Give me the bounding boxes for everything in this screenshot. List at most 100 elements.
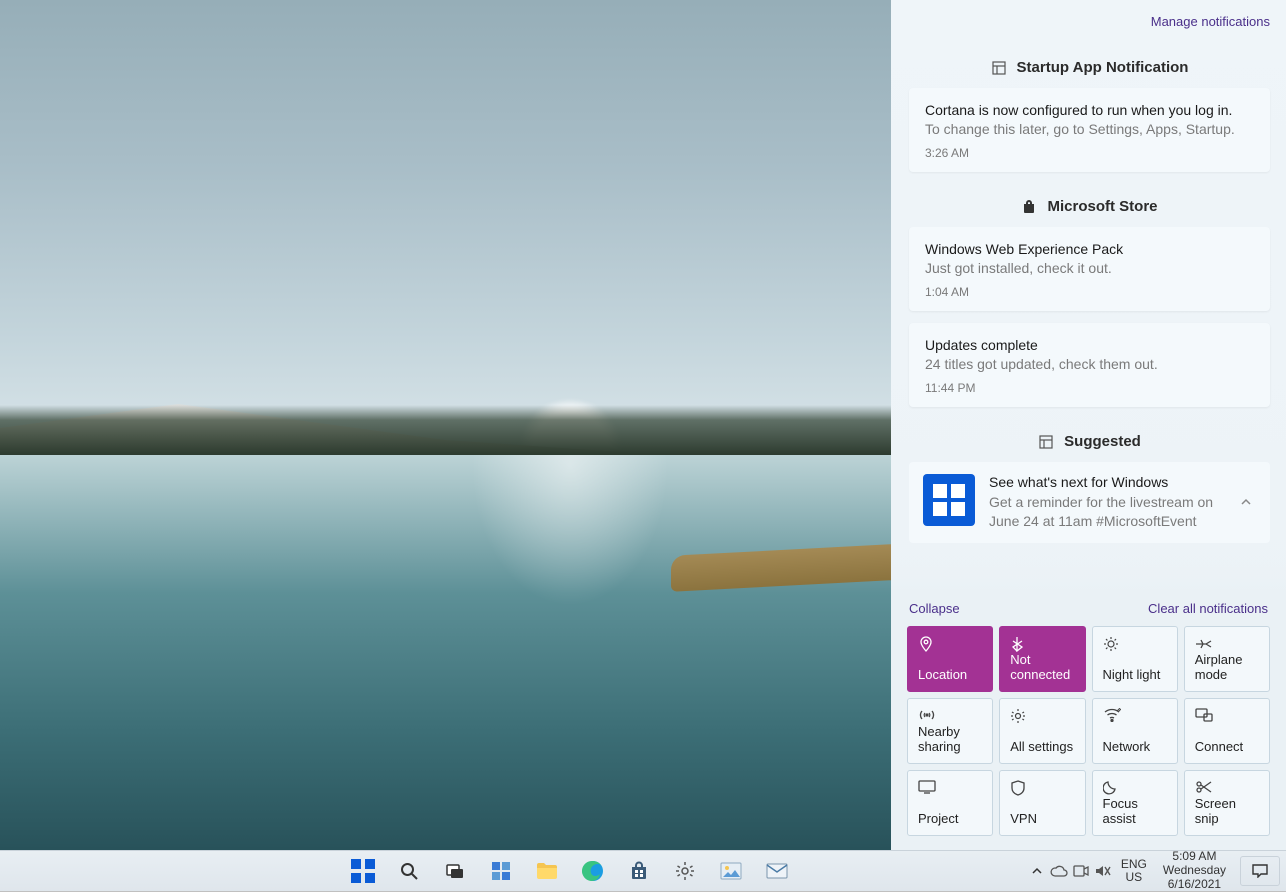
clock-button[interactable]: 5:09 AM Wednesday 6/16/2021: [1155, 850, 1234, 891]
action-center-button[interactable]: [1240, 856, 1280, 886]
notification-card[interactable]: Windows Web Experience Pack Just got ins…: [909, 227, 1270, 311]
notification-card[interactable]: Cortana is now configured to run when yo…: [909, 88, 1270, 172]
tray-overflow-button[interactable]: [1027, 852, 1047, 890]
notification-time: 1:04 AM: [925, 285, 1254, 299]
tile-label: All settings: [1010, 740, 1074, 755]
tile-label: Nearby sharing: [918, 725, 982, 755]
notification-group-suggested: Suggested See what's next for Windows Ge…: [909, 419, 1270, 543]
quick-action-nearby[interactable]: Nearby sharing: [907, 698, 993, 764]
language-indicator[interactable]: ENG US: [1115, 858, 1153, 884]
quick-action-settings[interactable]: All settings: [999, 698, 1085, 764]
notification-group-header[interactable]: Startup App Notification: [909, 45, 1270, 88]
tile-label: Screen snip: [1195, 797, 1259, 827]
quick-action-snip[interactable]: Screen snip: [1184, 770, 1270, 836]
group-title: Suggested: [1064, 433, 1141, 450]
network-icon: [1103, 708, 1167, 724]
focus-icon: [1103, 780, 1167, 796]
collapse-group-icon: [1038, 434, 1054, 450]
quick-action-network[interactable]: Network: [1092, 698, 1178, 764]
manage-notifications-link[interactable]: Manage notifications: [891, 0, 1286, 35]
quick-action-airplane[interactable]: Airplane mode: [1184, 626, 1270, 692]
collapse-link[interactable]: Collapse: [909, 601, 960, 616]
notification-time: 11:44 PM: [925, 381, 1254, 395]
tile-label: VPN: [1010, 812, 1074, 827]
task-view-button[interactable]: [434, 852, 476, 890]
windows-thumb-icon: [923, 474, 975, 526]
quick-action-focus[interactable]: Focus assist: [1092, 770, 1178, 836]
tile-label: Airplane mode: [1195, 653, 1259, 683]
clock-time: 5:09 AM: [1163, 850, 1226, 864]
tile-label: Connect: [1195, 740, 1259, 755]
notification-group-header[interactable]: Microsoft Store: [909, 184, 1270, 227]
connect-icon: [1195, 708, 1259, 724]
suggested-detail: Get a reminder for the livestream on Jun…: [989, 493, 1222, 531]
desktop-wallpaper[interactable]: [0, 0, 891, 850]
quick-action-connect[interactable]: Connect: [1184, 698, 1270, 764]
notification-card[interactable]: Updates complete 24 titles got updated, …: [909, 323, 1270, 407]
suggested-title: See what's next for Windows: [989, 474, 1222, 490]
clock-day: Wednesday: [1163, 864, 1226, 878]
chevron-up-icon[interactable]: [1236, 492, 1256, 512]
notification-group-header[interactable]: Suggested: [909, 419, 1270, 462]
notification-detail: To change this later, go to Settings, Ap…: [925, 121, 1254, 137]
nearby-icon: [918, 708, 982, 724]
search-button[interactable]: [388, 852, 430, 890]
quick-action-project[interactable]: Project: [907, 770, 993, 836]
quick-action-location[interactable]: Location: [907, 626, 993, 692]
meet-now-tray-icon[interactable]: [1071, 852, 1091, 890]
tile-label: Not connected: [1010, 653, 1074, 683]
group-title: Startup App Notification: [1017, 59, 1189, 76]
tile-label: Night light: [1103, 668, 1167, 683]
notification-time: 3:26 AM: [925, 146, 1254, 160]
notification-group-store: Microsoft Store Windows Web Experience P…: [909, 184, 1270, 407]
tile-label: Location: [918, 668, 982, 683]
system-tray: ENG US 5:09 AM Wednesday 6/16/2021: [1027, 851, 1280, 891]
snip-icon: [1195, 780, 1259, 796]
settings-button[interactable]: [664, 852, 706, 890]
tile-label: Focus assist: [1103, 797, 1167, 827]
bluetooth-icon: [1010, 636, 1074, 652]
clock-date: 6/16/2021: [1163, 878, 1226, 892]
widgets-button[interactable]: [480, 852, 522, 890]
airplane-icon: [1195, 636, 1259, 652]
photos-button[interactable]: [710, 852, 752, 890]
volume-tray-icon[interactable]: [1093, 852, 1113, 890]
tile-label: Project: [918, 812, 982, 827]
quick-actions-area: Collapse Clear all notifications Locatio…: [891, 589, 1286, 850]
notification-detail: 24 titles got updated, check them out.: [925, 356, 1254, 372]
taskbar-pinned-apps: [342, 851, 798, 891]
onedrive-tray-icon[interactable]: [1049, 852, 1069, 890]
mail-button[interactable]: [756, 852, 798, 890]
file-explorer-button[interactable]: [526, 852, 568, 890]
lang-secondary: US: [1121, 871, 1147, 884]
windows-logo-icon: [351, 859, 375, 883]
nightlight-icon: [1103, 636, 1167, 652]
store-icon: [1021, 199, 1037, 215]
notification-scroll-area[interactable]: Startup App Notification Cortana is now …: [891, 35, 1286, 589]
collapse-group-icon: [991, 60, 1007, 76]
suggested-card[interactable]: See what's next for Windows Get a remind…: [909, 462, 1270, 543]
location-icon: [918, 636, 982, 652]
wallpaper-water: [0, 455, 891, 850]
microsoft-store-button[interactable]: [618, 852, 660, 890]
tile-label: Network: [1103, 740, 1167, 755]
group-title: Microsoft Store: [1047, 198, 1157, 215]
notification-detail: Just got installed, check it out.: [925, 260, 1254, 276]
notification-title: Cortana is now configured to run when yo…: [925, 102, 1254, 118]
action-center-panel: Manage notifications Startup App Notific…: [891, 0, 1286, 850]
clear-all-link[interactable]: Clear all notifications: [1148, 601, 1268, 616]
notification-title: Updates complete: [925, 337, 1254, 353]
wallpaper-trees: [0, 405, 891, 455]
quick-action-tiles: Location Not connected Night light Airplane…: [907, 626, 1270, 836]
settings-icon: [1010, 708, 1074, 724]
notification-title: Windows Web Experience Pack: [925, 241, 1254, 257]
notification-group-startup: Startup App Notification Cortana is now …: [909, 45, 1270, 172]
start-button[interactable]: [342, 852, 384, 890]
quick-action-vpn[interactable]: VPN: [999, 770, 1085, 836]
project-icon: [918, 780, 982, 796]
quick-action-nightlight[interactable]: Night light: [1092, 626, 1178, 692]
quick-action-bluetooth[interactable]: Not connected: [999, 626, 1085, 692]
vpn-icon: [1010, 780, 1074, 796]
edge-button[interactable]: [572, 852, 614, 890]
taskbar: ENG US 5:09 AM Wednesday 6/16/2021: [0, 850, 1286, 891]
